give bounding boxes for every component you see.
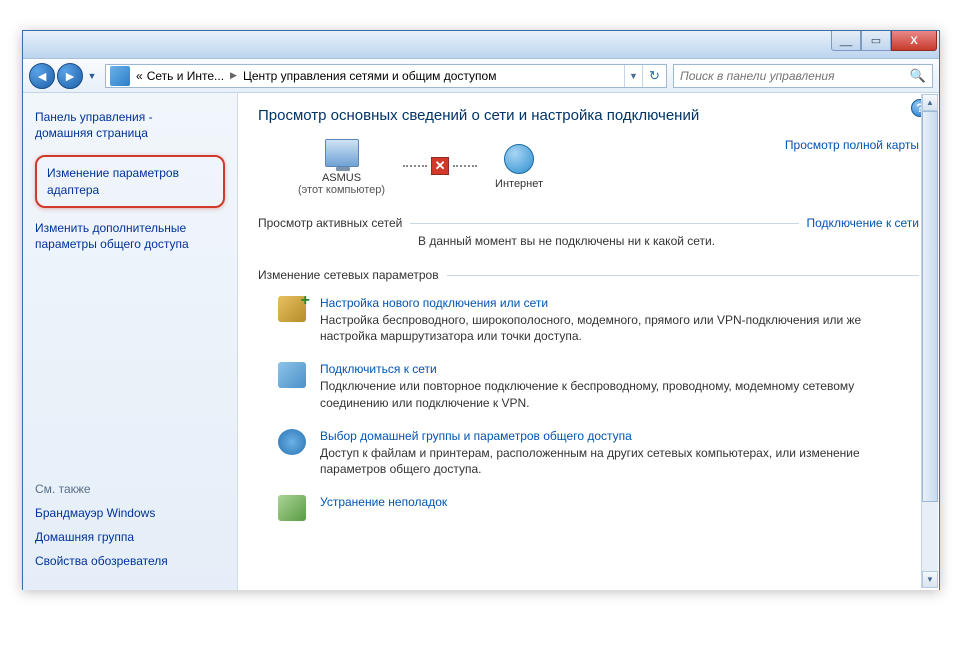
homegroup-icon xyxy=(278,429,306,455)
breadcrumb-sep-icon: ▶ xyxy=(226,70,241,81)
breadcrumb-network[interactable]: Сеть и Инте... xyxy=(145,69,226,83)
minimize-button[interactable]: __ xyxy=(831,31,861,51)
network-map-row: ASMUS (этот компьютер) ✕ Интернет Просмо… xyxy=(258,136,919,196)
address-dropdown-icon[interactable]: ▼ xyxy=(624,65,642,87)
node-pc-label: ASMUS xyxy=(298,172,385,184)
view-full-map-link[interactable]: Просмотр полной карты xyxy=(785,136,919,152)
sidebar-home-line2: домашняя страница xyxy=(35,126,148,140)
task-new-connection-desc: Настройка беспроводного, широкополосного… xyxy=(320,312,919,344)
forward-button[interactable]: ► xyxy=(57,63,83,89)
search-input[interactable] xyxy=(680,69,910,83)
connect-network-icon xyxy=(278,362,306,388)
back-button[interactable]: ◄ xyxy=(29,63,55,89)
address-bar[interactable]: « Сеть и Инте... ▶ Центр управления сетя… xyxy=(105,64,667,88)
connection-indicator: ✕ xyxy=(403,157,477,175)
window-controls: __ ▭ X xyxy=(831,31,937,51)
active-networks-section: Просмотр активных сетей Подключение к се… xyxy=(258,216,919,230)
task-troubleshoot: Устранение неполадок xyxy=(258,487,919,531)
scroll-track[interactable] xyxy=(922,111,938,571)
connect-to-network-link[interactable]: Подключение к сети xyxy=(807,216,919,230)
computer-icon xyxy=(325,139,359,167)
navigation-bar: ◄ ► ▼ « Сеть и Инте... ▶ Центр управлени… xyxy=(23,59,939,93)
active-networks-status: В данный момент вы не подключены ни к ка… xyxy=(258,230,919,248)
seealso-homegroup[interactable]: Домашняя группа xyxy=(35,530,225,544)
node-internet-label: Интернет xyxy=(495,178,543,190)
scroll-up-button[interactable]: ▲ xyxy=(922,94,938,111)
task-new-connection: Настройка нового подключения или сети На… xyxy=(258,288,919,354)
globe-icon xyxy=(504,144,534,174)
troubleshoot-icon xyxy=(278,495,306,521)
search-box[interactable]: 🔍 xyxy=(673,64,933,88)
task-connect: Подключиться к сети Подключение или повт… xyxy=(258,354,919,420)
scroll-down-button[interactable]: ▼ xyxy=(922,571,938,588)
nav-history-dropdown[interactable]: ▼ xyxy=(85,67,99,85)
node-pc-sublabel: (этот компьютер) xyxy=(298,184,385,196)
network-map: ASMUS (этот компьютер) ✕ Интернет xyxy=(258,136,543,196)
breadcrumb-current[interactable]: Центр управления сетями и общим доступом xyxy=(241,69,499,83)
body-area: Панель управления - домашняя страница Из… xyxy=(23,93,939,590)
titlebar: __ ▭ X xyxy=(23,31,939,59)
task-homegroup-desc: Доступ к файлам и принтерам, расположенн… xyxy=(320,445,919,477)
network-settings-section: Изменение сетевых параметров xyxy=(258,268,919,282)
seealso-firewall[interactable]: Брандмауэр Windows xyxy=(35,506,225,520)
task-connect-link[interactable]: Подключиться к сети xyxy=(320,362,919,376)
maximize-button[interactable]: ▭ xyxy=(861,31,891,51)
control-panel-icon xyxy=(110,66,130,86)
task-connect-desc: Подключение или повторное подключение к … xyxy=(320,378,919,410)
node-internet[interactable]: Интернет xyxy=(495,142,543,190)
window-frame: __ ▭ X ◄ ► ▼ « Сеть и Инте... ▶ Центр уп… xyxy=(22,30,940,590)
sidebar-home-line1: Панель управления - xyxy=(35,110,153,124)
page-title: Просмотр основных сведений о сети и наст… xyxy=(258,107,919,124)
sidebar-link-adapter-settings[interactable]: Изменение параметров адаптера xyxy=(35,155,225,207)
sidebar-home-link[interactable]: Панель управления - домашняя страница xyxy=(35,109,225,141)
seealso-internet-options[interactable]: Свойства обозревателя xyxy=(35,554,225,568)
vertical-scrollbar[interactable]: ▲ ▼ xyxy=(921,94,938,588)
task-new-connection-link[interactable]: Настройка нового подключения или сети xyxy=(320,296,919,310)
search-icon[interactable]: 🔍 xyxy=(910,68,926,84)
sidebar-link-sharing-settings[interactable]: Изменить дополнительные параметры общего… xyxy=(35,220,225,252)
task-homegroup: Выбор домашней группы и параметров общег… xyxy=(258,421,919,487)
breadcrumb-prefix: « xyxy=(134,69,145,83)
scroll-thumb[interactable] xyxy=(922,111,938,502)
sidebar: Панель управления - домашняя страница Из… xyxy=(23,93,238,590)
network-settings-label: Изменение сетевых параметров xyxy=(258,268,439,282)
task-homegroup-link[interactable]: Выбор домашней группы и параметров общег… xyxy=(320,429,919,443)
refresh-button[interactable]: ↻ xyxy=(642,65,666,87)
disconnected-icon: ✕ xyxy=(431,157,449,175)
close-button[interactable]: X xyxy=(891,31,937,51)
task-list: Настройка нового подключения или сети На… xyxy=(258,288,919,531)
task-troubleshoot-link[interactable]: Устранение неполадок xyxy=(320,495,919,509)
node-this-pc[interactable]: ASMUS (этот компьютер) xyxy=(298,136,385,196)
content-pane: ? Просмотр основных сведений о сети и на… xyxy=(238,93,939,590)
seealso-heading: См. также xyxy=(35,482,225,496)
active-networks-label: Просмотр активных сетей xyxy=(258,216,402,230)
setup-connection-icon xyxy=(278,296,306,322)
